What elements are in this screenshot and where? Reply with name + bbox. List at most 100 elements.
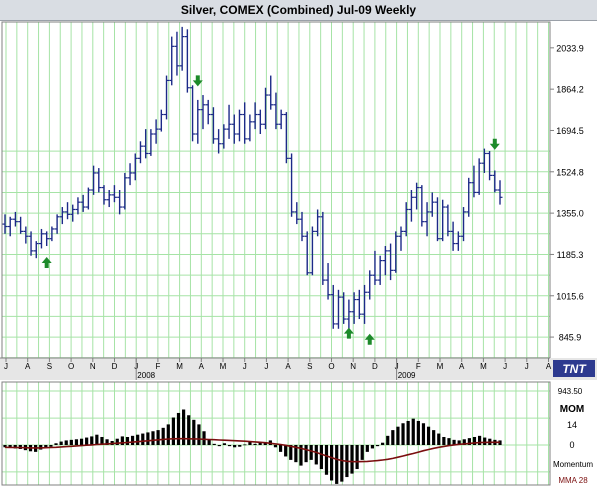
momentum-bar (95, 434, 99, 445)
y-tick-label: 1185.3 (557, 250, 584, 260)
momentum-bar (120, 436, 124, 445)
momentum-bar (161, 427, 165, 445)
y-tick-label: 1015.6 (556, 291, 584, 301)
momentum-bar (54, 443, 58, 445)
time-axis: JASONDJFMAMJJASONDJFMAMJJA 20082009 TNT (0, 357, 597, 380)
momentum-bar (130, 435, 135, 445)
momentum-bar (74, 439, 79, 445)
momentum-bar (197, 424, 201, 445)
month-tick-label: J (525, 362, 529, 371)
month-tick-label: N (90, 362, 96, 371)
momentum-bar (360, 445, 364, 460)
momentum-bar (314, 445, 318, 465)
mma-series-label: MMA 28 (558, 476, 588, 485)
momentum-bar (146, 432, 150, 445)
month-tick-label: F (155, 362, 160, 371)
momentum-bar (192, 419, 196, 445)
year-label: 2009 (398, 371, 416, 380)
momentum-bar (125, 436, 130, 445)
momentum-bar (238, 445, 242, 447)
momentum-bar (432, 430, 436, 445)
momentum-period: 14 (567, 420, 577, 430)
month-tick-label: A (285, 362, 291, 371)
month-tick-label: M (437, 362, 444, 371)
momentum-bar (222, 443, 227, 445)
momentum-series-label: Momentum (553, 460, 593, 469)
momentum-bar (90, 436, 94, 445)
momentum-bar (171, 417, 176, 445)
y-tick-label: 2033.9 (556, 43, 584, 53)
momentum-bar (437, 433, 441, 445)
momentum-bar (49, 445, 53, 447)
month-tick-label: A (199, 362, 205, 371)
tnt-logo: TNT (553, 360, 595, 377)
month-tick-label: A (546, 362, 552, 371)
momentum-bar (421, 423, 426, 445)
momentum-bar (309, 445, 313, 460)
momentum-bar (156, 430, 160, 445)
month-tick-label: J (264, 362, 268, 371)
momentum-max-label: 943.50 (558, 387, 583, 396)
momentum-bar (59, 441, 63, 445)
momentum-bar (212, 443, 216, 445)
momentum-bar (243, 444, 247, 446)
momentum-plot-area (2, 382, 550, 485)
y-tick-label: 1355.0 (556, 209, 584, 219)
y-tick-label: 845.9 (559, 333, 582, 343)
momentum-bar (79, 438, 84, 445)
momentum-bar (396, 426, 400, 445)
y-axis-labels: 2033.9 1864.2 1694.5 1524.8 1355.0 1185.3 1015… (550, 43, 584, 343)
month-tick-label: J (4, 362, 8, 371)
momentum-bar (355, 445, 359, 470)
month-tick-label: D (372, 362, 378, 371)
momentum-bar (391, 430, 395, 445)
momentum-indicator-name: MOM (560, 404, 584, 415)
momentum-bar (217, 445, 221, 447)
momentum-bar (187, 415, 191, 445)
momentum-bar (273, 445, 278, 448)
momentum-bar (176, 412, 181, 445)
month-tick-label: D (112, 362, 118, 371)
month-tick-label: N (350, 362, 356, 371)
month-tick-label: J (243, 362, 247, 371)
momentum-bar (477, 435, 482, 445)
momentum-bar (324, 445, 329, 475)
momentum-bar (350, 445, 354, 474)
momentum-bar (284, 445, 288, 457)
momentum-bar (69, 439, 73, 445)
momentum-bar (426, 426, 431, 445)
momentum-bar (370, 445, 375, 449)
momentum-bar (85, 437, 89, 445)
momentum-bar (253, 443, 257, 445)
momentum-bar (319, 445, 323, 470)
month-tick-label: O (68, 362, 74, 371)
month-tick-label: M (480, 362, 487, 371)
year-label: 2008 (137, 371, 155, 380)
month-tick-label: A (25, 362, 31, 371)
momentum-bar (381, 442, 385, 445)
price-plot-area (2, 22, 550, 358)
momentum-bar (141, 433, 145, 445)
momentum-bar (233, 445, 237, 448)
tnt-logo-text: TNT (562, 362, 587, 376)
momentum-bar (329, 445, 334, 481)
momentum-bar (166, 424, 170, 445)
month-tick-label: S (47, 362, 52, 371)
month-tick-label: J (503, 362, 507, 371)
momentum-panel: 943.50 MOM 14 0 Momentum MMA 28 (1, 381, 593, 486)
momentum-bar (447, 438, 451, 445)
momentum-bar (386, 435, 390, 445)
y-tick-label: 1694.5 (556, 126, 584, 136)
momentum-bar (442, 436, 446, 445)
month-tick-label: S (307, 362, 312, 371)
price-panel: 2033.9 1864.2 1694.5 1524.8 1355.0 1185.3 1015… (1, 21, 584, 359)
y-tick-label: 1524.8 (556, 167, 584, 177)
momentum-bar (227, 445, 232, 447)
momentum-bar (304, 445, 308, 463)
y-tick-label: 1864.2 (556, 85, 584, 95)
momentum-bar (401, 423, 405, 445)
month-tick-label: A (459, 362, 465, 371)
momentum-bar (416, 420, 420, 445)
month-tick-label: O (328, 362, 334, 371)
momentum-bar (335, 445, 339, 484)
